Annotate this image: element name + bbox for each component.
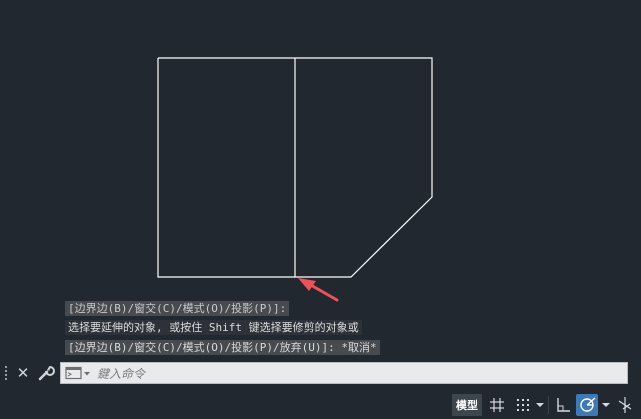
command-history-line: [边界边(B)/窗交(C)/模式(O)/投影(P)/放弃(U)]: *取消* <box>65 340 380 355</box>
command-history-line: 选择要延伸的对象, 或按住 Shift 键选择要修剪的对象或 <box>65 320 362 335</box>
command-input-field[interactable] <box>60 362 628 384</box>
command-prompt-icon[interactable] <box>65 366 91 381</box>
status-bar: 模型 <box>0 390 641 419</box>
command-history-line: [边界边(B)/窗交(C)/模式(O)/投影(P)]: <box>65 301 290 316</box>
drawn-geometry <box>157 57 433 278</box>
polar-tracking-icon[interactable] <box>576 394 598 416</box>
ortho-icon[interactable] <box>552 394 574 416</box>
chevron-down-icon[interactable] <box>600 394 612 416</box>
chevron-down-icon[interactable] <box>534 394 546 416</box>
grid-icon[interactable] <box>486 394 508 416</box>
command-input[interactable] <box>95 364 619 384</box>
pointer-arrow-icon <box>298 278 339 302</box>
model-space-label: 模型 <box>456 399 478 412</box>
status-divider <box>548 396 549 414</box>
drag-handle-icon[interactable] <box>4 365 8 381</box>
close-icon[interactable]: ✕ <box>14 363 32 383</box>
isodraft-icon[interactable] <box>614 394 636 416</box>
wrench-icon[interactable] <box>36 363 56 383</box>
command-line-bar: ✕ <box>0 360 641 386</box>
model-space-button[interactable]: 模型 <box>452 394 482 416</box>
autocad-window: [边界边(B)/窗交(C)/模式(O)/投影(P)]: 选择要延伸的对象, 或按… <box>0 0 641 419</box>
snap-mode-icon[interactable] <box>512 394 534 416</box>
